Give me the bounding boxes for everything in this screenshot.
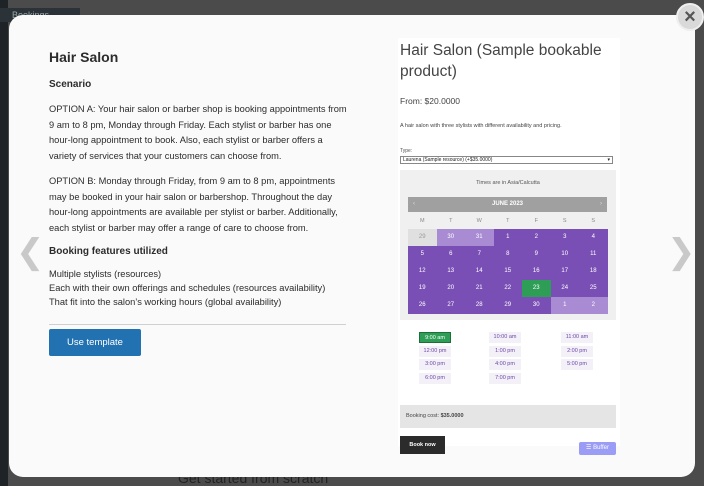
product-price: From: $20.0000 (400, 96, 461, 106)
calendar-day[interactable]: 28 (465, 297, 494, 314)
calendar-day-selected[interactable]: 23 (522, 280, 551, 297)
type-select[interactable]: Laurena (Sample resource) (+$35.0000) ▾ (400, 156, 613, 164)
calendar-day[interactable]: 4 (579, 229, 608, 246)
calendar-day[interactable]: 2 (522, 229, 551, 246)
time-slot[interactable]: 4:00 pm (489, 359, 521, 370)
features-heading: Booking features utilized (49, 246, 168, 257)
calendar-day[interactable]: 13 (436, 263, 465, 280)
option-a-text: OPTION A: Your hair salon or barber shop… (49, 104, 347, 161)
booking-calendar: Times are in Asia/Calcutta ‹ JUNE 2023 ›… (400, 170, 616, 320)
book-now-button[interactable]: Book now (400, 436, 445, 454)
calendar-day[interactable]: 26 (408, 297, 437, 314)
type-label: Type: (400, 148, 413, 154)
template-modal: Hair Salon Scenario OPTION A: Your hair … (9, 15, 695, 477)
product-description: A hair salon with three stylists with di… (400, 123, 562, 129)
type-select-value: Laurena (Sample resource) (+$35.0000) (403, 157, 493, 163)
weekday-label: T (449, 218, 453, 224)
weekday-label: S (562, 218, 567, 224)
calendar-day[interactable]: 1 (550, 297, 579, 314)
timezone-note: Times are in Asia/Calcutta (476, 180, 540, 186)
template-details: Hair Salon Scenario OPTION A: Your hair … (49, 49, 349, 309)
time-slot[interactable]: 6:00 pm (419, 372, 451, 384)
next-template-icon[interactable]: ❯ (667, 232, 696, 272)
calendar-day[interactable]: 11 (579, 246, 608, 263)
buffer-button[interactable]: ☰ Buffer (579, 442, 616, 455)
feature-item: That fit into the salon’s working hours … (49, 297, 282, 307)
booking-cost: Booking cost: $35.0000 (400, 405, 616, 428)
time-slot[interactable]: 5:00 pm (561, 359, 593, 370)
calendar-day[interactable]: 31 (465, 229, 494, 246)
time-slot[interactable]: 11:00 am (561, 332, 593, 343)
time-slot[interactable]: 1:00 pm (489, 345, 521, 357)
product-title: Hair Salon (Sample bookable product) (400, 42, 602, 80)
divider (49, 324, 346, 325)
buffer-label: Buffer (593, 445, 609, 451)
template-title: Hair Salon (49, 49, 119, 65)
calendar-day[interactable]: 17 (550, 263, 579, 280)
prev-month-icon[interactable]: ‹ (413, 197, 415, 212)
time-slots: 9:00 am 10:00 am 11:00 am 12:00 pm 1:00 pm 2:… (400, 332, 616, 392)
calendar-day[interactable]: 29 (493, 297, 522, 314)
chevron-down-icon: ▾ (607, 157, 610, 163)
feature-item: Each with their own offerings and schedu… (49, 283, 326, 293)
time-slot[interactable]: 10:00 am (489, 332, 521, 343)
calendar-day[interactable]: 24 (550, 280, 579, 297)
calendar-day[interactable]: 22 (493, 280, 522, 297)
time-slot-selected[interactable]: 9:00 am (419, 332, 451, 343)
calendar-day[interactable]: 1 (493, 229, 522, 246)
use-template-button[interactable]: Use template (49, 329, 141, 356)
calendar-day[interactable]: 6 (436, 246, 465, 263)
buffer-icon: ☰ (586, 445, 592, 451)
calendar-day[interactable]: 25 (579, 280, 608, 297)
calendar-day[interactable]: 16 (522, 263, 551, 280)
calendar-day[interactable]: 2 (579, 297, 608, 314)
product-preview: Hair Salon (Sample bookable product) Fro… (398, 38, 620, 455)
calendar-day[interactable]: 9 (522, 246, 551, 263)
close-icon[interactable]: × (676, 3, 704, 31)
calendar-day[interactable]: 8 (493, 246, 522, 263)
calendar-day[interactable]: 10 (550, 246, 579, 263)
admin-sidebar (0, 0, 8, 486)
calendar-day[interactable]: 5 (408, 246, 437, 263)
weekday-label: T (506, 218, 510, 224)
calendar-day[interactable]: 19 (408, 280, 437, 297)
calendar-day[interactable]: 21 (465, 280, 494, 297)
calendar-day[interactable]: 7 (465, 246, 494, 263)
calendar-day[interactable]: 12 (408, 263, 437, 280)
calendar-day[interactable]: 20 (436, 280, 465, 297)
weekday-label: F (534, 218, 538, 224)
option-b-text: OPTION B: Monday through Friday, from 9 … (49, 176, 338, 233)
weekday-label: S (591, 218, 596, 224)
scenario-heading: Scenario (49, 79, 92, 90)
calendar-day[interactable]: 18 (579, 263, 608, 280)
time-slot[interactable]: 2:00 pm (561, 345, 593, 357)
calendar-day[interactable]: 30 (436, 229, 465, 246)
weekday-label: M (419, 218, 425, 224)
time-slot[interactable]: 7:00 pm (489, 372, 521, 384)
calendar-day[interactable]: 15 (493, 263, 522, 280)
month-header: ‹ JUNE 2023 › (408, 197, 607, 212)
feature-item: Multiple stylists (resources) (49, 269, 162, 279)
time-slot[interactable]: 3:00 pm (419, 359, 451, 370)
time-slot[interactable]: 12:00 pm (419, 345, 451, 357)
weekday-label: W (476, 218, 482, 224)
booking-cost-label: Booking cost: (406, 413, 440, 419)
calendar-day: 29 (408, 229, 437, 246)
month-label: JUNE 2023 (491, 201, 524, 207)
calendar-day[interactable]: 14 (465, 263, 494, 280)
calendar-day[interactable]: 27 (436, 297, 465, 314)
calendar-day[interactable]: 3 (550, 229, 579, 246)
previous-template-icon[interactable]: ❮ (16, 232, 45, 272)
booking-cost-value: $35.0000 (440, 413, 464, 419)
calendar-day[interactable]: 30 (522, 297, 551, 314)
next-month-icon[interactable]: › (600, 197, 602, 212)
